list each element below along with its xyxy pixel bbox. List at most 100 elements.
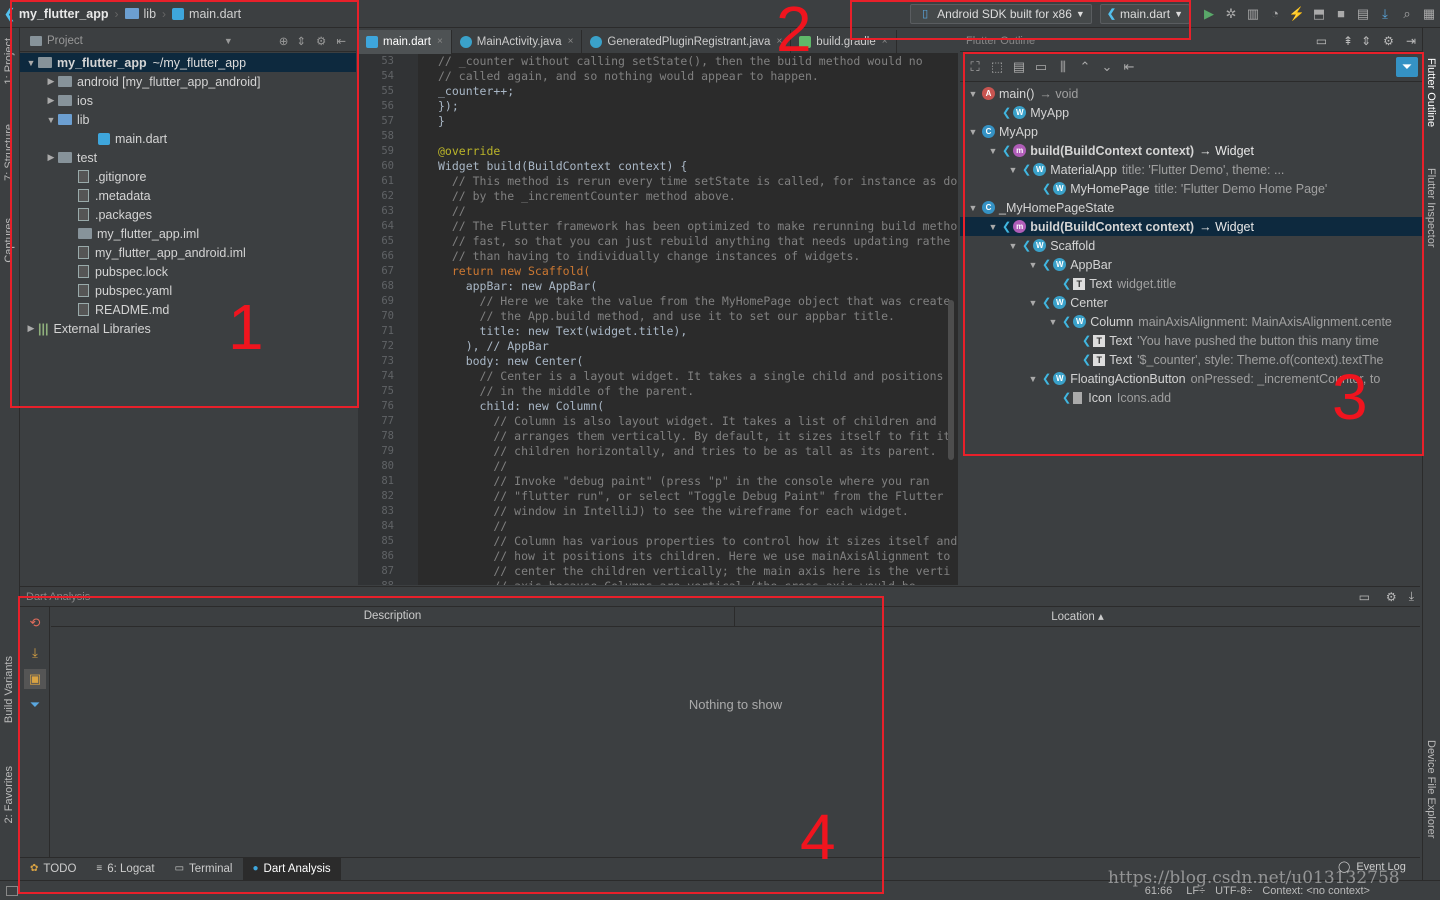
notifications-icon[interactable]: ▦ (1418, 4, 1440, 24)
code-line: appBar: new AppBar( (438, 279, 598, 293)
watermark: https://blog.csdn.net/u013132758 (1108, 868, 1400, 888)
line-number: 78 (381, 430, 394, 442)
sdk-manager-icon[interactable]: ▤ (1352, 4, 1374, 24)
line-number: 54 (381, 70, 394, 82)
apply-changes-icon[interactable]: ⬒ (1308, 4, 1330, 24)
code-line: // fast, so that you can just rebuild an… (438, 234, 951, 248)
code-line: Widget build(BuildContext context) { (438, 159, 688, 173)
comment-icon[interactable]: ▭ (1316, 34, 1327, 48)
collapse-icon[interactable]: ⇕ (1361, 34, 1371, 48)
code-line: }); (438, 99, 459, 113)
comment-icon[interactable]: ▭ (1359, 590, 1370, 604)
stop-icon[interactable]: ■ (1330, 4, 1352, 24)
annotation-box-4 (18, 596, 884, 894)
code-line: ), // AppBar (438, 339, 549, 353)
code-line: // in the middle of the parent. (438, 384, 695, 398)
editor-tab-label: MainActivity.java (476, 35, 562, 48)
line-number: 65 (381, 235, 394, 247)
editor-tab[interactable]: MainActivity.java × (452, 29, 583, 54)
hide-icon[interactable]: ⇥ (1406, 34, 1416, 48)
code-line: // This method is rerun every time setSt… (438, 174, 958, 188)
editor-tab-label: main.dart (383, 35, 431, 48)
coverage-icon[interactable]: ▥ (1242, 4, 1264, 24)
line-number: 58 (381, 130, 394, 142)
code-editor[interactable]: // _counter without calling setState(), … (418, 54, 958, 585)
line-number: 64 (381, 220, 394, 232)
code-line: // The Flutter framework has been optimi… (438, 219, 958, 233)
hide-icon[interactable]: ⤓ (1409, 589, 1414, 604)
code-line: // than having to individually change in… (438, 249, 861, 263)
code-line: } (438, 114, 445, 128)
profile-icon[interactable]: ◔ (1264, 4, 1286, 24)
line-number: 79 (381, 445, 394, 457)
hot-reload-icon[interactable]: ⚡ (1286, 4, 1308, 24)
right-tool-stripe: Flutter Outline Flutter Inspector Device… (1422, 28, 1440, 880)
build-variants-tool-button[interactable]: Build Variants (3, 656, 15, 723)
download-icon[interactable]: ⤓ (1374, 4, 1396, 24)
line-number: 72 (381, 340, 394, 352)
line-number: 81 (381, 475, 394, 487)
line-number: 59 (381, 145, 394, 157)
close-icon[interactable]: × (568, 36, 574, 47)
code-line: // Invoke "debug paint" (press "p" in th… (438, 474, 930, 488)
code-line: // Column is also layout widget. It take… (438, 414, 937, 428)
line-number: 53 (381, 55, 394, 67)
line-number: 63 (381, 205, 394, 217)
code-line: return new Scaffold( (438, 264, 591, 278)
search-icon[interactable]: ⌕ (1396, 4, 1418, 24)
code-line: // the App.build method, and use it to s… (438, 309, 895, 323)
status-toggle-icon[interactable] (6, 885, 18, 896)
flutter-outline-tool-button[interactable]: Flutter Outline (1425, 58, 1437, 127)
code-line: // (438, 204, 466, 218)
annotation-label-1: 1 (228, 291, 264, 363)
annotation-box-1 (10, 0, 359, 408)
expand-icon[interactable]: ⇞ (1343, 34, 1353, 48)
debug-icon[interactable]: ✲ (1220, 4, 1242, 24)
gear-icon[interactable]: ⚙ (1386, 590, 1397, 604)
gear-icon[interactable]: ⚙ (1383, 34, 1394, 48)
code-line: // Column has various properties to cont… (438, 534, 958, 548)
line-number: 71 (381, 325, 394, 337)
code-line: // Here we take the value from the MyHom… (438, 294, 951, 308)
line-number: 80 (381, 460, 394, 472)
editor-tab[interactable]: main.dart × (358, 29, 452, 54)
code-line: // by the _incrementCounter method above… (438, 189, 736, 203)
code-line: body: new Center( (438, 354, 584, 368)
line-number: 75 (381, 385, 394, 397)
annotation-label-3: 3 (1332, 361, 1368, 433)
flutter-inspector-tool-button[interactable]: Flutter Inspector (1425, 168, 1437, 247)
line-number: 68 (381, 280, 394, 292)
code-line: // _counter without calling setState(), … (438, 54, 923, 68)
editor-scrollbar[interactable] (948, 300, 954, 460)
device-file-explorer-tool-button[interactable]: Device File Explorer (1425, 740, 1437, 838)
line-number: 76 (381, 400, 394, 412)
editor-gutter: 53 54 55 56 57 58 59 60 61 62 63 64 65 66 67 68 69 70 71 72… (358, 54, 418, 585)
annotation-box-2 (850, 0, 1191, 40)
line-number: 86 (381, 550, 394, 562)
line-number: 77 (381, 415, 394, 427)
line-number: 60 (381, 160, 394, 172)
line-number: 55 (381, 85, 394, 97)
run-icon[interactable]: ▶ (1198, 4, 1220, 24)
line-number: 56 (381, 100, 394, 112)
line-number: 73 (381, 355, 394, 367)
close-icon[interactable]: × (437, 36, 443, 47)
code-line: title: new Text(widget.title), (438, 324, 688, 338)
line-number: 62 (381, 190, 394, 202)
line-number: 88 (358, 579, 418, 585)
line-number: 82 (381, 490, 394, 502)
favorites-tool-button[interactable]: 2: Favorites (3, 766, 15, 823)
line-number: 74 (381, 370, 394, 382)
editor-tab-label: GeneratedPluginRegistrant.java (607, 35, 771, 48)
line-number: 84 (381, 520, 394, 532)
line-number: 87 (381, 565, 394, 577)
class-file-icon (459, 35, 472, 48)
code-line: // center the children vertically; the m… (438, 564, 951, 578)
code-line: // children horizontally, and tries to b… (438, 444, 937, 458)
dart-file-icon (366, 35, 378, 48)
editor-tab[interactable]: GeneratedPluginRegistrant.java × (582, 29, 792, 54)
annotation-label-2: 2 (776, 0, 812, 65)
line-number: 83 (381, 505, 394, 517)
code-line: // arranges them vertically. By default,… (438, 429, 951, 443)
line-number: 57 (381, 115, 394, 127)
